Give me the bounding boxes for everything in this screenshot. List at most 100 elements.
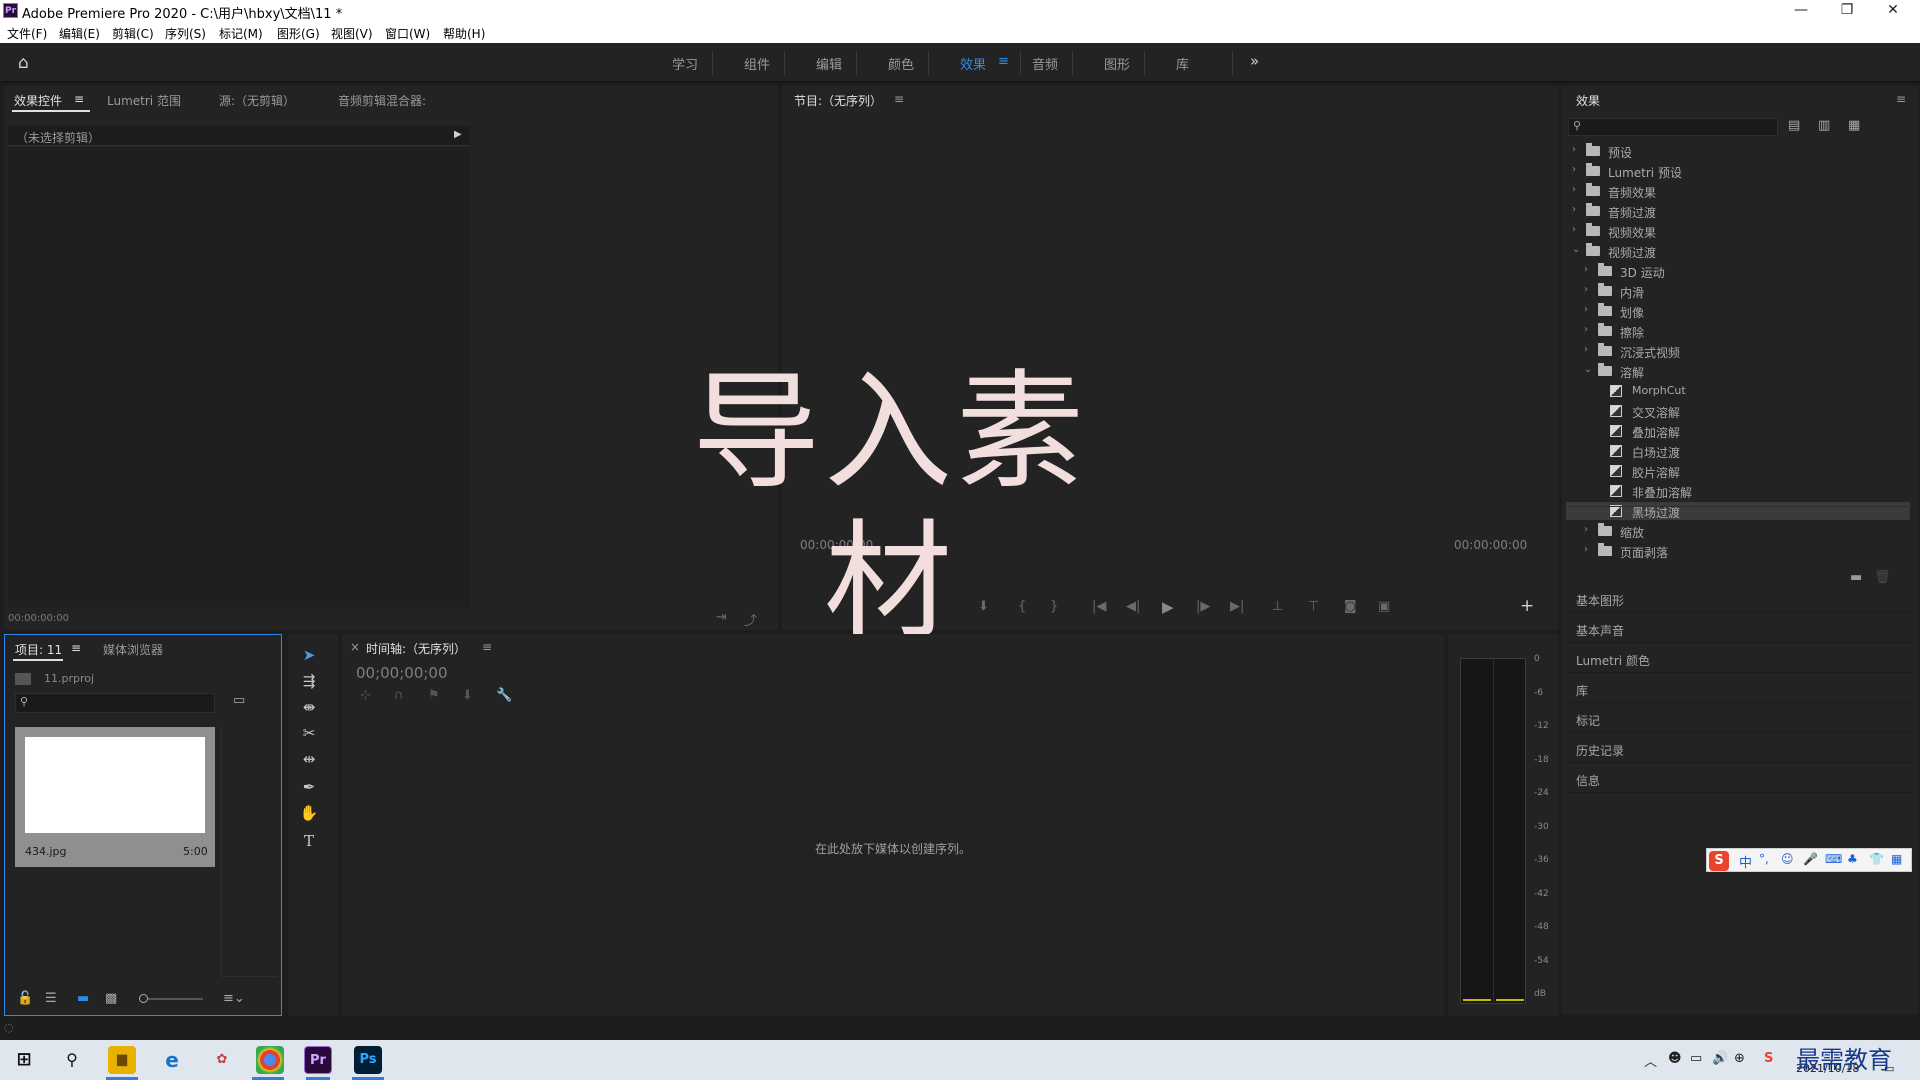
search-icon[interactable]: ⚲ xyxy=(58,1046,86,1074)
menu-sequence[interactable]: 序列(S) xyxy=(165,25,206,42)
chevron-right-icon[interactable]: › xyxy=(1572,144,1576,155)
delete-icon[interactable]: 🗑 xyxy=(1874,570,1891,585)
effects-tree-item[interactable]: 交叉溶解 xyxy=(1566,402,1910,420)
chrome-icon[interactable] xyxy=(256,1046,284,1074)
lift-icon[interactable]: ⊥ xyxy=(1272,599,1283,614)
type-tool-icon[interactable]: T xyxy=(298,830,320,852)
punctuation-icon[interactable]: °, xyxy=(1759,852,1769,866)
program-title[interactable]: 节目:（无序列） xyxy=(794,92,882,109)
workspace-color[interactable]: 颜色 xyxy=(888,54,914,73)
slip-tool-icon[interactable]: ⇹ xyxy=(298,748,320,770)
effects-tree-item[interactable]: › 音频过渡 xyxy=(1566,202,1910,220)
effects-tree-item[interactable]: › Lumetri 预设 xyxy=(1566,162,1910,180)
collapsed-panel-header[interactable]: 基本图形 xyxy=(1576,592,1624,609)
chevron-right-icon[interactable]: › xyxy=(1572,164,1576,175)
workspace-menu-icon[interactable]: ≡ xyxy=(998,54,1009,69)
workspace-editing[interactable]: 编辑 xyxy=(816,54,842,73)
zoom-slider[interactable] xyxy=(139,994,203,1003)
tray-chevron-icon[interactable]: ︿ xyxy=(1644,1051,1657,1070)
freeform-view-icon[interactable]: ▩ xyxy=(105,991,117,1006)
effects-title[interactable]: 效果 xyxy=(1576,92,1600,109)
tshirt-icon[interactable]: 👕 xyxy=(1869,852,1884,866)
track-select-tool-icon[interactable]: ⇶ xyxy=(298,670,320,692)
panel-menu-icon[interactable]: ≡ xyxy=(1896,92,1906,106)
menu-clip[interactable]: 剪辑(C) xyxy=(112,25,154,42)
premiere-taskbar-icon[interactable]: Pr xyxy=(304,1046,332,1074)
menu-file[interactable]: 文件(F) xyxy=(7,25,47,42)
play-icon[interactable]: ▶ xyxy=(1162,598,1174,616)
tab-project[interactable]: 项目: 11 xyxy=(15,641,62,658)
microphone-icon[interactable]: 🎤 xyxy=(1803,852,1818,866)
timeline-title[interactable]: 时间轴:（无序列） xyxy=(366,640,466,657)
collapsed-panel-header[interactable]: Lumetri 颜色 xyxy=(1576,652,1650,669)
timeline-marker-icon[interactable]: ⬇ xyxy=(462,688,473,703)
chevron-right-icon[interactable]: › xyxy=(1584,264,1588,275)
close-icon[interactable]: ✕ xyxy=(1870,0,1916,22)
effects-search-input[interactable]: ⚲ xyxy=(1568,118,1778,136)
workspace-audio[interactable]: 音频 xyxy=(1032,54,1058,73)
effects-tree-item[interactable]: › 视频效果 xyxy=(1566,222,1910,240)
windows-start-icon[interactable]: ⊞ xyxy=(10,1046,38,1074)
menu-marker[interactable]: 标记(M) xyxy=(219,25,263,42)
emoji-icon[interactable]: ☺ xyxy=(1781,852,1794,866)
effects-tree-item[interactable]: 叠加溶解 xyxy=(1566,422,1910,440)
zoom-slider-handle[interactable] xyxy=(139,994,148,1003)
collapsed-panel-header[interactable]: 基本声音 xyxy=(1576,622,1624,639)
skin-icon[interactable]: ♣ xyxy=(1847,852,1858,866)
menu-edit[interactable]: 编辑(E) xyxy=(59,25,100,42)
camera-icon[interactable]: ◙ xyxy=(1344,599,1357,614)
expand-arrow-icon[interactable]: ▶ xyxy=(454,129,462,140)
workspace-libraries[interactable]: 库 xyxy=(1176,54,1189,73)
project-search-input[interactable]: ⚲ xyxy=(15,693,215,713)
tab-media-browser[interactable]: 媒体浏览器 xyxy=(103,641,163,658)
ime-tray-icon[interactable]: ⊕ xyxy=(1734,1051,1745,1066)
effects-tree-item[interactable]: › 音频效果 xyxy=(1566,182,1910,200)
tab-effect-controls[interactable]: 效果控件 xyxy=(14,92,62,109)
restore-icon[interactable]: ❐ xyxy=(1824,0,1870,22)
workspace-effects[interactable]: 效果 xyxy=(960,54,986,73)
sort-icon[interactable]: ≡⌄ xyxy=(223,991,245,1006)
effects-tree-item[interactable]: ⌄ 视频过渡 xyxy=(1566,242,1910,260)
toolbox-icon[interactable]: ▦ xyxy=(1891,852,1902,866)
chevron-right-icon[interactable]: › xyxy=(1572,184,1576,195)
effects-tree-item[interactable]: › 页面剥落 xyxy=(1566,542,1910,560)
effects-tree-item[interactable]: 黑场过渡 xyxy=(1566,502,1910,520)
effects-tree-item[interactable]: › 预设 xyxy=(1566,142,1910,160)
panel-menu-icon[interactable]: ≡ xyxy=(74,92,84,106)
sogou-icon[interactable]: S xyxy=(1709,851,1729,871)
menu-graphics[interactable]: 图形(G) xyxy=(277,25,320,42)
volume-icon[interactable]: 🔊 xyxy=(1712,1051,1728,1066)
extract-icon[interactable]: ⊤ xyxy=(1308,599,1319,614)
tab-source[interactable]: 源:（无剪辑） xyxy=(219,92,295,109)
new-bin-icon[interactable]: ▬ xyxy=(1850,570,1862,585)
minimize-icon[interactable]: — xyxy=(1778,0,1824,22)
effects-tree-item[interactable]: › 缩放 xyxy=(1566,522,1910,540)
workspace-graphics[interactable]: 图形 xyxy=(1104,54,1130,73)
timeline-timecode[interactable]: 00;00;00;00 xyxy=(356,664,448,682)
selection-tool-icon[interactable]: ➤ xyxy=(298,644,320,666)
home-icon[interactable]: ⌂ xyxy=(18,53,29,73)
icon-view-icon[interactable]: ▬ xyxy=(77,991,89,1006)
menu-help[interactable]: 帮助(H) xyxy=(443,25,485,42)
tray-person-icon[interactable]: ☻ xyxy=(1668,1051,1682,1066)
close-tab-icon[interactable]: × xyxy=(350,640,360,654)
list-view-icon[interactable]: ☰ xyxy=(45,991,57,1006)
ime-mode-label[interactable]: 中 xyxy=(1739,852,1752,871)
32bit-effects-icon[interactable]: ▥ xyxy=(1818,118,1830,133)
photoshop-taskbar-icon[interactable]: Ps xyxy=(354,1046,382,1074)
chevron-right-icon[interactable]: › xyxy=(1584,544,1588,555)
panel-menu-icon[interactable]: ≡ xyxy=(482,640,492,654)
chevron-right-icon[interactable]: › xyxy=(1584,524,1588,535)
chevron-right-icon[interactable]: › xyxy=(1584,284,1588,295)
network-icon[interactable]: ▭ xyxy=(1690,1051,1702,1066)
razor-tool-icon[interactable]: ✂ xyxy=(298,722,320,744)
tab-audio-clip-mixer[interactable]: 音频剪辑混合器: xyxy=(338,92,426,109)
workspace-assembly[interactable]: 组件 xyxy=(744,54,770,73)
chevron-down-icon[interactable]: ⌄ xyxy=(1584,364,1592,375)
collapsed-panel-header[interactable]: 信息 xyxy=(1576,772,1600,789)
effects-tree-item[interactable]: › 沉浸式视频 xyxy=(1566,342,1910,360)
chevron-right-icon[interactable]: › xyxy=(1584,344,1588,355)
comparison-icon[interactable]: ▣ xyxy=(1378,599,1390,614)
effects-tree-item[interactable]: › 擦除 xyxy=(1566,322,1910,340)
effects-tree-item[interactable]: 胶片溶解 xyxy=(1566,462,1910,480)
